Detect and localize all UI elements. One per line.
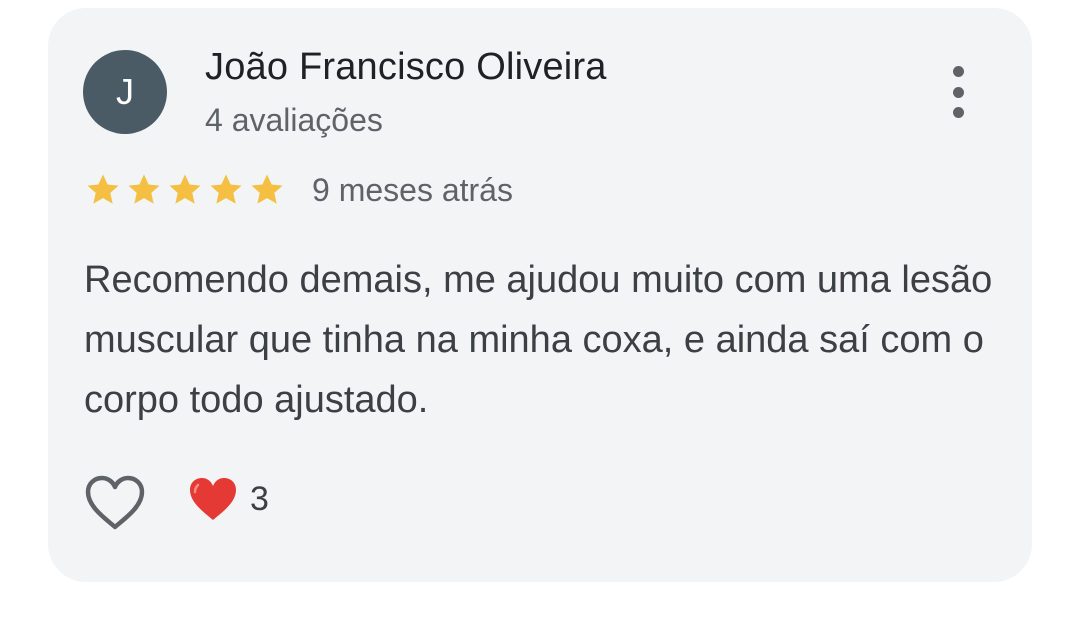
like-button[interactable]	[84, 474, 146, 532]
avatar[interactable]: J	[83, 50, 167, 134]
more-vertical-icon-dot	[952, 107, 964, 118]
heart-outline-icon	[85, 475, 145, 530]
star-icon	[169, 174, 201, 204]
star-icon	[251, 174, 283, 204]
more-vertical-icon-dot	[952, 86, 964, 98]
star-icon	[210, 174, 242, 204]
reviewer-name[interactable]: João Francisco Oliveira	[205, 46, 607, 89]
star-rating	[84, 171, 286, 209]
star-icon	[87, 174, 119, 204]
more-options-button[interactable]	[940, 60, 976, 124]
review-date: 9 meses atrás	[312, 172, 513, 208]
star-icon	[128, 174, 160, 204]
review-text: Recomendo demais, me ajudou muito com um…	[84, 259, 993, 421]
review-card: J João Francisco Oliveira 4 avaliações 9…	[48, 8, 1032, 582]
more-vertical-icon	[952, 66, 964, 77]
avatar-initial: J	[116, 71, 134, 112]
reaction-count: 3	[250, 479, 269, 518]
red-heart-emoji-icon	[188, 476, 238, 522]
reaction-summary[interactable]: 3	[188, 476, 269, 522]
review-count: 4 avaliações	[205, 102, 383, 138]
